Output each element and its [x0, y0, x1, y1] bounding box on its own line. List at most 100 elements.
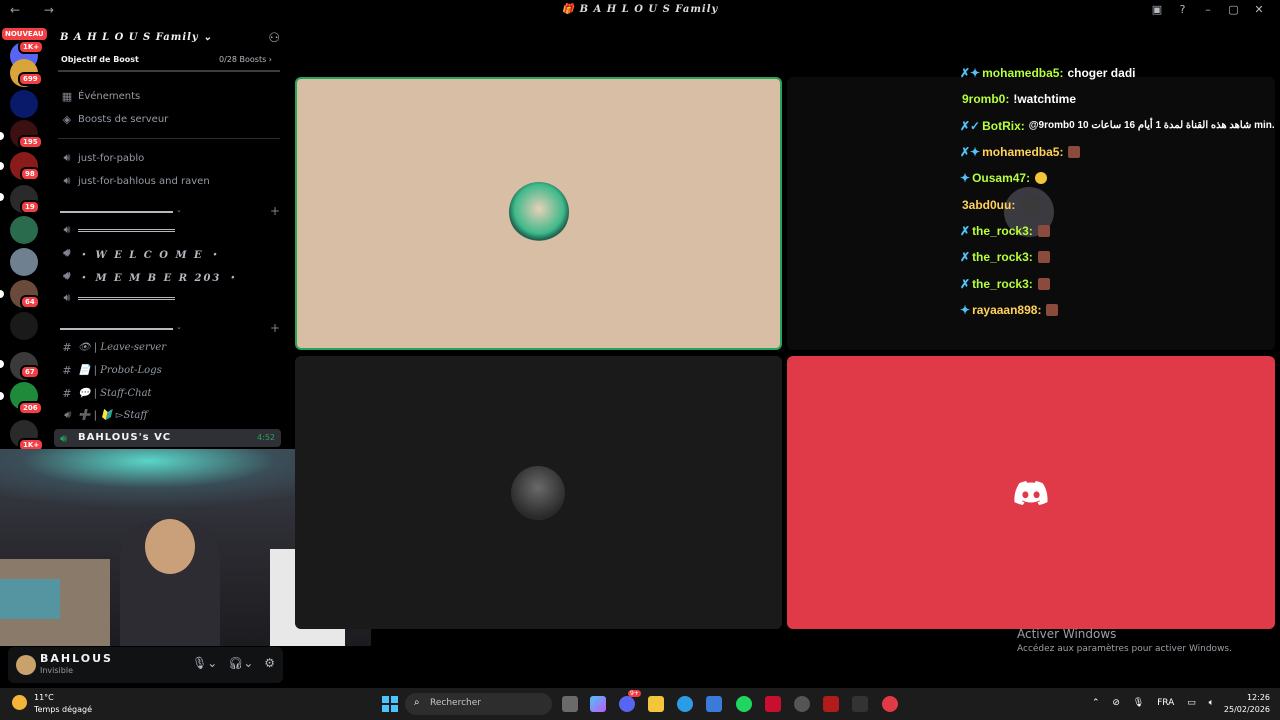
speaker-icon: 🔊︎: [62, 246, 72, 259]
chat-line: 9romb0: !watchtime: [960, 86, 1270, 112]
unread-pill: [0, 290, 4, 298]
server-header[interactable]: B A H L O U S Family ⌄ ⚇: [58, 30, 280, 52]
avatar[interactable]: [16, 655, 36, 675]
speaker-icon: 🔊︎: [60, 432, 67, 445]
spotify-icon[interactable]: [736, 696, 752, 712]
speaker-icon: 🔊︎: [63, 174, 71, 187]
chat-user: mohamedba5:: [982, 145, 1064, 160]
participant-tile-speaking[interactable]: [295, 77, 782, 350]
discord-logo-icon: [1014, 481, 1048, 505]
server-name: B A H L O U S Family ⌄: [60, 32, 213, 43]
channel-divider-line[interactable]: 🔊︎: [58, 220, 280, 240]
boost-goal-label: Objectif de Boost: [61, 55, 139, 64]
channel-leave-server[interactable]: # 👁 | Leave-server: [58, 337, 280, 357]
unread-badge: 699: [18, 72, 43, 86]
chat-user: Ousam47:: [972, 171, 1031, 186]
display-icon[interactable]: ▭: [1187, 698, 1196, 708]
channel-active-voice[interactable]: 🔊︎ BAHLOUS's VC 4:52: [54, 429, 281, 447]
network-icon[interactable]: ⊘: [1112, 698, 1120, 708]
taskbar-search[interactable]: ⌕ Rechercher: [405, 693, 552, 715]
boost-icon: ◈: [62, 112, 72, 126]
microphone-icon[interactable]: 🎙︎⌄: [192, 656, 217, 670]
chat-user: rayaaan898:: [972, 302, 1042, 317]
help-icon[interactable]: ?: [1172, 3, 1194, 16]
edge-icon[interactable]: [677, 696, 693, 712]
app-icon[interactable]: [882, 696, 898, 712]
invite-people-icon[interactable]: ⚇: [268, 31, 280, 46]
category-decoration: [60, 211, 173, 213]
emote-icon: [1037, 251, 1050, 264]
chevron-up-icon[interactable]: ⌃: [1092, 698, 1100, 708]
minimize-button[interactable]: –: [1197, 3, 1219, 16]
participant-tile[interactable]: [787, 356, 1275, 629]
category-header[interactable]: ⌄ +: [58, 321, 280, 335]
add-channel-icon[interactable]: +: [270, 204, 280, 218]
channel-just-for-pablo[interactable]: 🔊︎ just-for-pablo: [58, 148, 280, 168]
channel-probot-logs[interactable]: # 📄 | Probot-Logs: [58, 360, 280, 380]
emote-icon: [1068, 146, 1081, 159]
calendar-icon: ▦: [61, 89, 73, 103]
copilot-icon[interactable]: [590, 696, 606, 712]
app-icon[interactable]: [765, 696, 781, 712]
channel-welcome[interactable]: 🔊︎ ・ W E L C O M E ・: [58, 243, 280, 263]
unread-badge: 206: [18, 401, 43, 415]
activate-windows-watermark: Activer Windows Accédez aux paramètres p…: [1017, 627, 1232, 654]
discord-icon[interactable]: [619, 696, 635, 712]
watermark-subtitle: Accédez aux paramètres pour activer Wind…: [1017, 644, 1232, 654]
headphones-icon[interactable]: 🎧︎⌄: [228, 656, 253, 670]
chat-line: ✗✦ mohamedba5:: [960, 139, 1270, 165]
close-button[interactable]: ✕: [1248, 3, 1270, 16]
server-icon[interactable]: [10, 248, 38, 276]
add-channel-icon[interactable]: +: [270, 321, 280, 335]
channel-staff-chat[interactable]: # 💬 | Staff-Chat: [58, 383, 280, 403]
divider: [58, 138, 280, 139]
inbox-icon[interactable]: ▣: [1146, 3, 1168, 16]
steam-icon[interactable]: [794, 696, 810, 712]
boost-goal[interactable]: Objectif de Boost 0/28 Boosts ›: [58, 52, 280, 72]
chat-user: 9romb0:: [962, 92, 1010, 107]
channel-decoration: [78, 228, 175, 232]
task-view-icon[interactable]: [562, 696, 578, 712]
chat-badge: ✦: [960, 171, 971, 186]
chat-line: ✗✦ mohamedba5: choger dadi: [960, 60, 1270, 86]
chat-badge: ✗✦: [960, 66, 981, 81]
channel-just-for-bahlous-and-raven[interactable]: 🔊︎ just-for-bahlous and raven: [58, 171, 280, 191]
boost-progress-bar: [58, 70, 280, 72]
server-icon[interactable]: [10, 216, 38, 244]
chat-user: 3abd0uu:: [962, 197, 1016, 212]
maximize-button[interactable]: ▢: [1223, 3, 1245, 16]
store-icon[interactable]: [706, 696, 722, 712]
channel-staff[interactable]: 🔊︎ ➕ | 🔰 ▻Staff: [58, 405, 280, 425]
weather-description: Temps dégagé: [34, 705, 93, 714]
sidebar-item-server-boosts[interactable]: ◈ Boosts de serveur: [58, 109, 280, 129]
participant-tile[interactable]: [295, 356, 782, 629]
chat-line: ✗✓ BotRix: @9romb0 شاهد هذه القناة لمدة 1 …: [960, 113, 1275, 139]
gear-icon[interactable]: ⚙: [264, 656, 275, 670]
chat-user: mohamedba5:: [982, 66, 1064, 81]
clock[interactable]: 12:26 25/02/2026: [1224, 692, 1270, 716]
chat-line: ✦ rayaaan898:: [960, 297, 1270, 323]
start-button[interactable]: [382, 696, 398, 712]
server-icon[interactable]: [10, 90, 38, 118]
chat-user: the_rock3:: [972, 223, 1033, 238]
emote-icon: [1046, 303, 1059, 316]
unread-pill: [0, 162, 4, 170]
emote-icon: [1037, 277, 1050, 290]
chevron-down-icon: ⌄: [176, 206, 182, 214]
discord-badge: 9+: [628, 690, 641, 697]
file-explorer-icon[interactable]: [648, 696, 664, 712]
channel-divider-line[interactable]: 🔊︎: [58, 288, 280, 308]
app-icon[interactable]: [823, 696, 839, 712]
microphone-icon[interactable]: 🎙︎: [1133, 698, 1144, 708]
chat-line: 3abd0uu:: [960, 191, 1270, 217]
sidebar-item-events[interactable]: ▦ Événements: [58, 86, 280, 106]
chat-line: ✗ the_rock3:: [960, 244, 1270, 270]
language-indicator[interactable]: FRA: [1157, 698, 1174, 708]
person-face: [145, 519, 195, 574]
channel-member-count[interactable]: 🔊︎ ・ M E M B E R 203 ・: [58, 266, 280, 286]
server-icon[interactable]: [10, 312, 38, 340]
app-icon[interactable]: [852, 696, 868, 712]
category-header[interactable]: ⌄ +: [58, 204, 280, 218]
volume-icon[interactable]: 🔈︎: [1209, 698, 1214, 708]
channel-label: 📄 | Probot-Logs: [78, 364, 162, 376]
